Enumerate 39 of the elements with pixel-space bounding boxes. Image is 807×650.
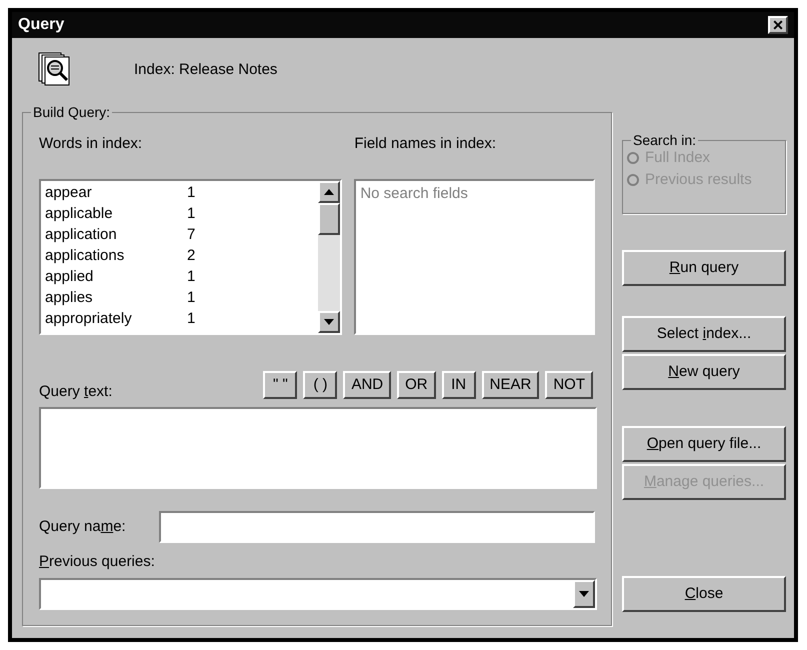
operator-button[interactable]: NOT (545, 371, 593, 399)
operator-button[interactable]: IN (442, 371, 476, 399)
word-row[interactable]: appropriately 1 (45, 308, 318, 329)
fields-placeholder: No search fields (360, 185, 468, 202)
index-label: Index: Release Notes (134, 60, 278, 80)
word-row[interactable]: appear 1 (45, 182, 318, 203)
word-row[interactable]: applied 1 (45, 266, 318, 287)
word-row[interactable]: applicable 1 (45, 203, 318, 224)
words-list[interactable]: appear 1 applicable 1 application 7 applications 2 applied 1 applies 1 appropriately 1 (39, 179, 342, 335)
operator-button[interactable]: AND (343, 371, 392, 399)
words-label: Words in index: (39, 134, 144, 154)
word-row[interactable]: applies 1 (45, 287, 318, 308)
query-name-label: Query name: (39, 516, 127, 537)
previous-queries-label: Previous queries: (39, 552, 156, 572)
dialog-button[interactable]: Select index... (622, 316, 786, 352)
dialog-button[interactable]: Open query file... (622, 426, 786, 462)
word-row[interactable]: application 7 (45, 224, 318, 245)
scroll-up-icon (324, 189, 334, 195)
query-name-field[interactable] (158, 511, 595, 543)
operator-button[interactable]: " " (263, 371, 298, 399)
fields-list[interactable]: No search fields (354, 179, 595, 335)
dialog-button[interactable]: New query (622, 354, 786, 390)
scroll-thumb[interactable] (318, 203, 340, 235)
operator-button[interactable]: NEAR (482, 371, 540, 399)
fields-label: Field names in index: (354, 134, 498, 154)
close-button[interactable]: × (768, 16, 788, 34)
scrollbar[interactable] (318, 181, 340, 333)
operator-button[interactable]: ( ) (303, 371, 338, 399)
scroll-down-icon (324, 319, 334, 325)
query-text-label: Query text: (39, 382, 112, 402)
dropdown-arrow-icon (579, 590, 589, 596)
operator-button[interactable]: OR (397, 371, 436, 399)
dialog-button[interactable]: Run query (622, 250, 786, 286)
dialog-button[interactable]: Close (622, 576, 786, 612)
word-row[interactable]: applications 2 (45, 245, 318, 266)
documents-magnifier-icon (38, 52, 72, 88)
previous-queries-dropdown[interactable] (39, 578, 597, 610)
query-text-field[interactable] (39, 407, 597, 489)
window-title: Query (18, 15, 64, 35)
